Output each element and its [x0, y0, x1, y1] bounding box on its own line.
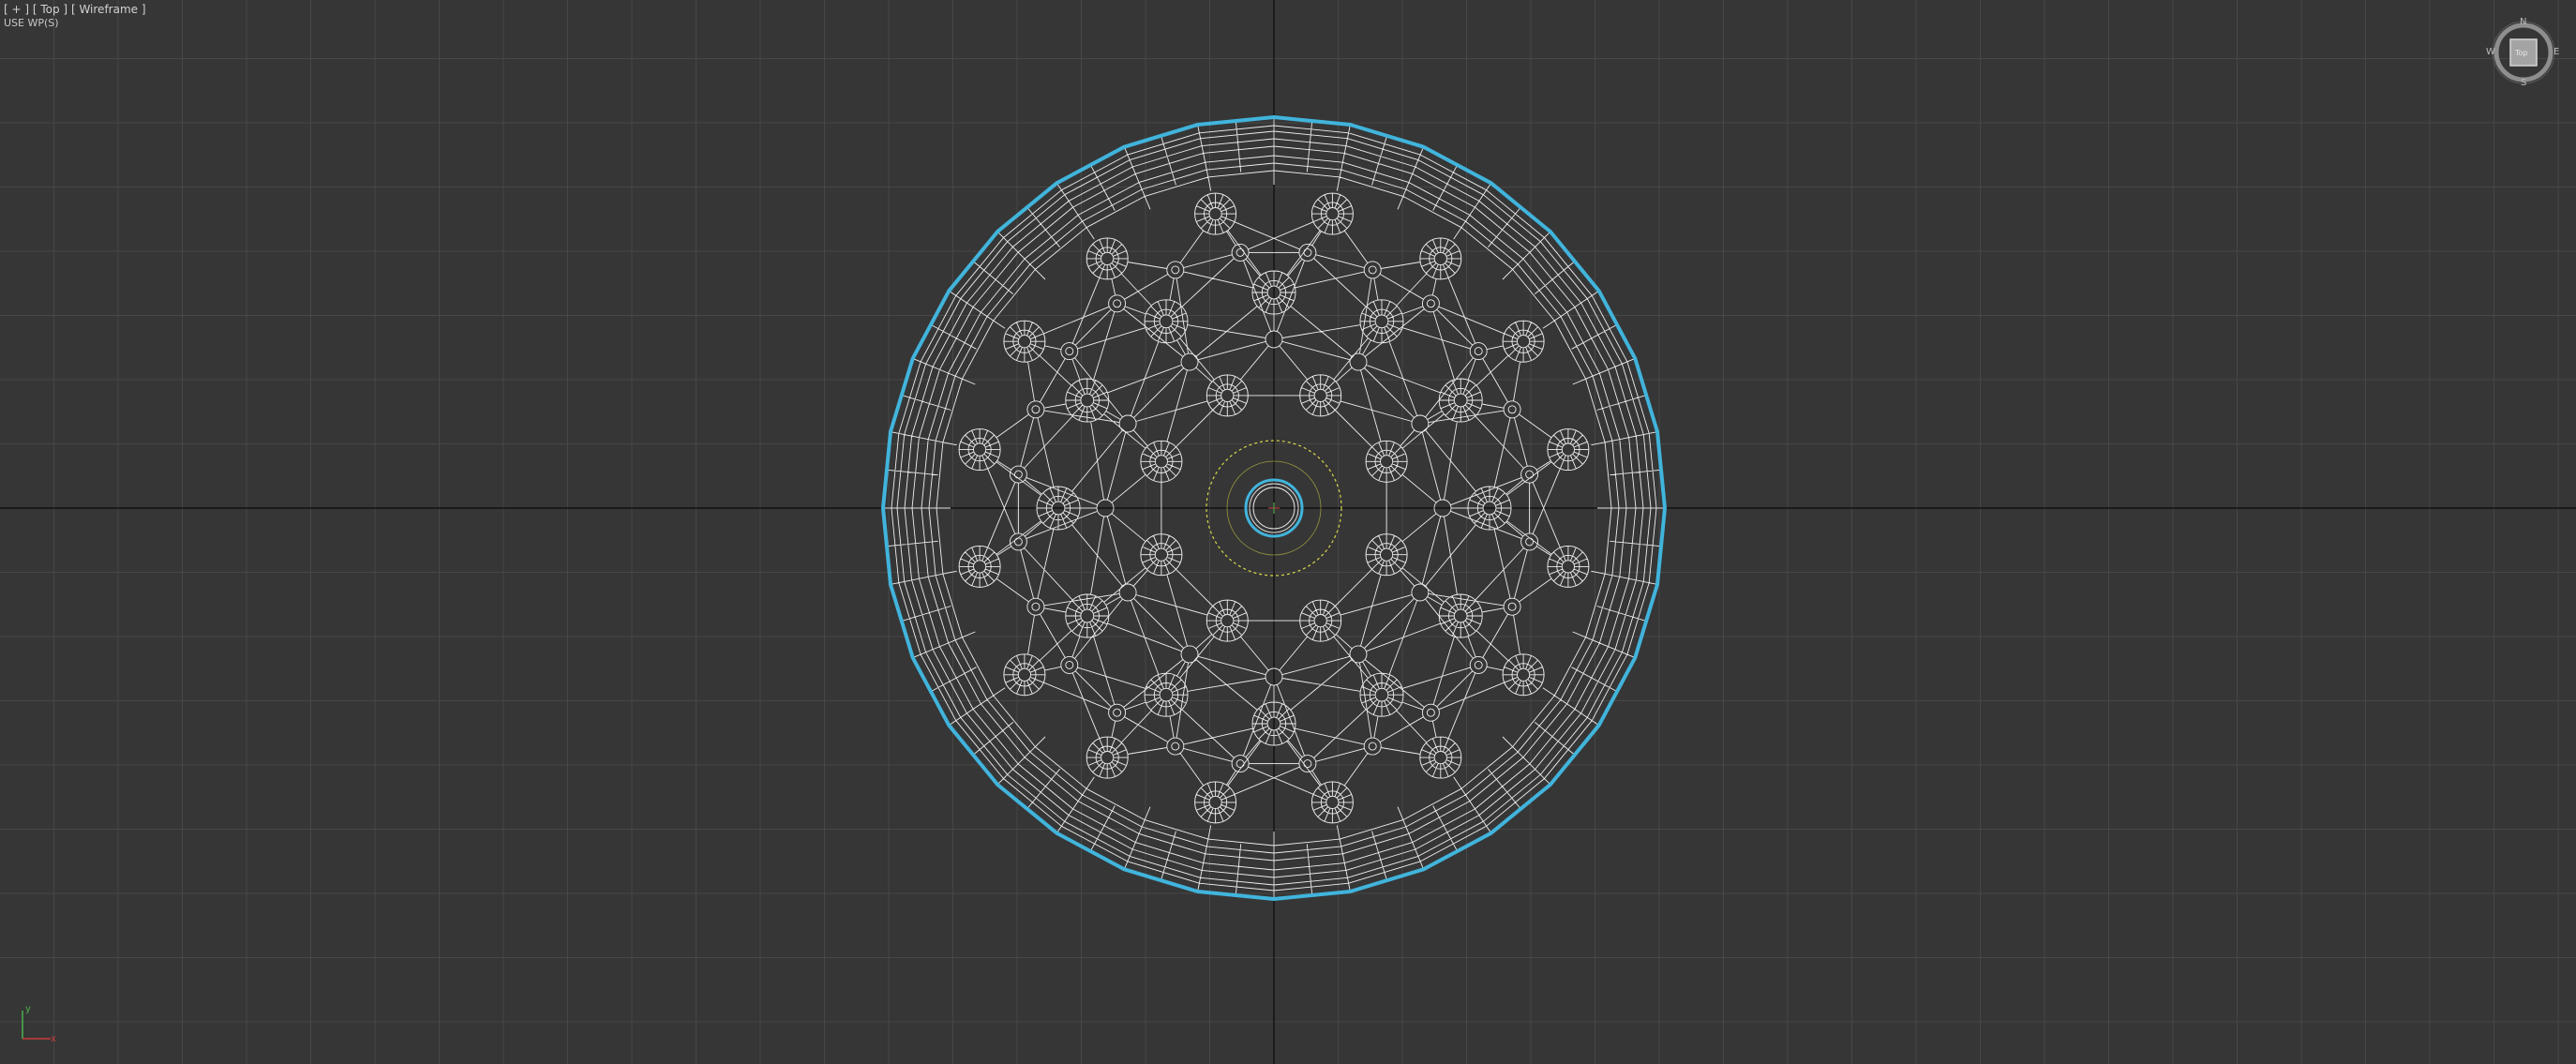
workplane-status: USE WP(S) — [4, 17, 59, 29]
top-viewport[interactable]: [ + ] [ Top ] [ Wireframe ] USE WP(S) N … — [0, 0, 2576, 1064]
viewcube-north-label[interactable]: N — [2520, 18, 2526, 27]
viewcube-east-label[interactable]: E — [2554, 48, 2559, 57]
viewport-general-menu[interactable]: [ + ] — [4, 3, 29, 16]
viewport-point-of-view-menu[interactable]: [ Top ] — [33, 3, 67, 16]
axis-x-label: x — [51, 1034, 56, 1044]
axis-y-label: y — [25, 1004, 31, 1014]
viewcube[interactable]: N S E W Top — [2486, 15, 2561, 90]
viewport-scene[interactable] — [0, 0, 2576, 1064]
viewport-label-menu: [ + ] [ Top ] [ Wireframe ] — [4, 3, 146, 16]
axis-tripod: y x — [15, 1003, 62, 1050]
viewcube-west-label[interactable]: W — [2486, 48, 2495, 57]
viewport-shading-menu[interactable]: [ Wireframe ] — [71, 3, 146, 16]
viewcube-face-label: Top — [2515, 49, 2528, 57]
viewcube-south-label[interactable]: S — [2521, 79, 2526, 88]
